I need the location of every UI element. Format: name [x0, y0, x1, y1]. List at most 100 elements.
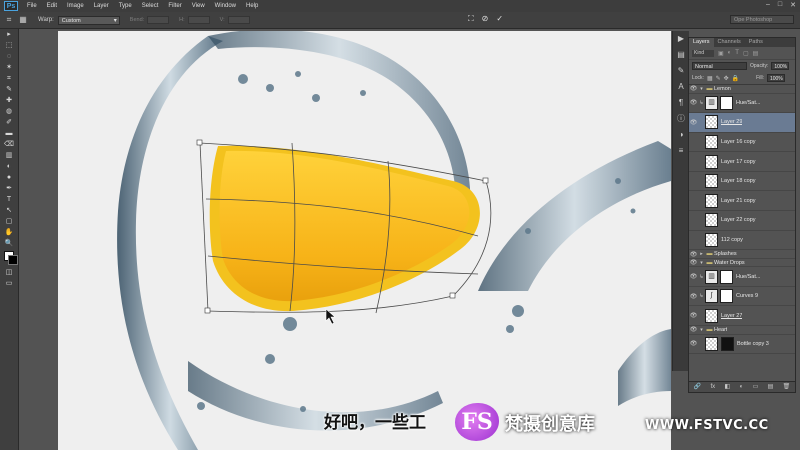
- visibility-eye-icon[interactable]: 👁: [689, 259, 698, 266]
- group-expanded-arrow-icon[interactable]: ▾: [698, 260, 705, 266]
- new-adjustment-icon[interactable]: ◐: [740, 382, 744, 392]
- visibility-eye-icon[interactable]: 👁: [689, 119, 698, 126]
- play-actions-icon[interactable]: ▶: [673, 31, 689, 47]
- fill-field[interactable]: 100%: [766, 74, 785, 82]
- type-tool-icon[interactable]: T: [0, 194, 18, 205]
- warp-grid-toggle-icon[interactable]: ▦: [18, 15, 28, 25]
- layer-27[interactable]: 👁 Layer 27: [689, 306, 795, 327]
- lock-image-icon[interactable]: ✎: [716, 75, 721, 82]
- visibility-eye-icon[interactable]: 👁: [689, 158, 698, 165]
- zoom-tool-icon[interactable]: 🔍: [0, 238, 18, 249]
- close-button[interactable]: ✕: [790, 1, 796, 9]
- tab-layers[interactable]: Layers: [689, 38, 714, 47]
- add-mask-icon[interactable]: ◧: [725, 382, 731, 392]
- layer-22-copy[interactable]: 👁 Layer 22 copy: [689, 211, 795, 231]
- brush-presets-icon[interactable]: ✎: [673, 63, 689, 79]
- visibility-eye-icon[interactable]: 👁: [689, 273, 698, 280]
- maximize-button[interactable]: □: [778, 1, 782, 9]
- new-group-icon[interactable]: ▭: [753, 382, 759, 392]
- layer-mask-thumbnail[interactable]: [721, 336, 734, 351]
- layer-group-water-drops[interactable]: 👁 ▾ ▬ Water Drops: [689, 259, 795, 268]
- menu-view[interactable]: View: [187, 0, 210, 12]
- layer-mask-thumbnail[interactable]: [720, 95, 733, 110]
- visibility-eye-icon[interactable]: 👁: [689, 85, 698, 92]
- menu-edit[interactable]: Edit: [42, 0, 62, 12]
- background-color-swatch[interactable]: [8, 255, 18, 265]
- visibility-eye-icon[interactable]: 👁: [689, 236, 698, 243]
- layer-17-copy[interactable]: 👁 Layer 17 copy: [689, 152, 795, 172]
- menu-layer[interactable]: Layer: [89, 0, 114, 12]
- layer-group-lemon[interactable]: 👁 ▾ ▬ Lemon: [689, 85, 795, 94]
- menu-filter[interactable]: Filter: [163, 0, 186, 12]
- visibility-eye-icon[interactable]: 👁: [689, 217, 698, 224]
- visibility-eye-icon[interactable]: 👁: [689, 251, 698, 258]
- document-canvas[interactable]: [58, 31, 671, 450]
- visibility-eye-icon[interactable]: 👁: [689, 312, 698, 319]
- blend-mode-select[interactable]: Normal: [692, 62, 747, 70]
- blur-tool-icon[interactable]: ◐: [0, 161, 18, 172]
- move-tool-icon[interactable]: ▸: [0, 29, 18, 40]
- crop-tool-icon[interactable]: ⌗: [0, 73, 18, 84]
- layer-mask-thumbnail[interactable]: [720, 269, 733, 284]
- layer-29-selected[interactable]: 👁 Layer 29: [689, 113, 795, 133]
- visibility-eye-icon[interactable]: 👁: [689, 197, 698, 204]
- menu-file[interactable]: File: [22, 0, 42, 12]
- filter-adjustment-icon[interactable]: ◐: [728, 50, 732, 56]
- menu-type[interactable]: Type: [114, 0, 137, 12]
- delete-layer-icon[interactable]: 🗑: [783, 382, 791, 392]
- menu-select[interactable]: Select: [137, 0, 164, 12]
- hand-tool-icon[interactable]: ✋: [0, 227, 18, 238]
- group-collapsed-arrow-icon[interactable]: ▸: [698, 251, 705, 257]
- visibility-eye-icon[interactable]: 👁: [689, 293, 698, 300]
- menu-window[interactable]: Window: [210, 0, 241, 12]
- group-expanded-arrow-icon[interactable]: ▾: [698, 86, 705, 92]
- info-icon[interactable]: ⓘ: [673, 111, 689, 127]
- lock-all-icon[interactable]: 🔒: [732, 75, 739, 82]
- history-icon[interactable]: ▤: [673, 47, 689, 63]
- layer-112-copy[interactable]: 👁 112 copy: [689, 231, 795, 251]
- layer-group-splashes[interactable]: 👁 ▸ ▬ Splashes: [689, 250, 795, 259]
- dodge-tool-icon[interactable]: ●: [0, 172, 18, 183]
- kind-filter-select[interactable]: Kind: [692, 49, 714, 57]
- layer-bottle-copy-3[interactable]: 👁 Bottle copy 3: [689, 335, 795, 355]
- layer-curves-9[interactable]: 👁 ↳ ∫ Curves 9: [689, 287, 795, 307]
- commit-transform-icon[interactable]: ✓: [496, 14, 503, 24]
- path-select-tool-icon[interactable]: ↖: [0, 205, 18, 216]
- layer-style-icon[interactable]: fx: [711, 382, 716, 392]
- cancel-transform-icon[interactable]: ⊘: [482, 14, 489, 24]
- layer-group-heart[interactable]: 👁 ▾ ▬ Heart: [689, 326, 795, 335]
- warp-style-select[interactable]: Custom: [57, 15, 120, 26]
- screen-mode-icon[interactable]: ▭: [0, 278, 18, 289]
- visibility-eye-icon[interactable]: 👁: [689, 138, 698, 145]
- quick-mask-icon[interactable]: ◫: [0, 267, 18, 278]
- link-layers-icon[interactable]: 🔗: [694, 382, 701, 392]
- visibility-eye-icon[interactable]: 👁: [689, 340, 698, 347]
- healing-tool-icon[interactable]: ✚: [0, 95, 18, 106]
- pen-tool-icon[interactable]: ✒: [0, 183, 18, 194]
- layer-hue-sat-lemon[interactable]: 👁 ↳ ▥ Hue/Sat...: [689, 94, 795, 114]
- layer-mask-thumbnail[interactable]: [720, 289, 733, 304]
- layer-16-copy[interactable]: 👁 Layer 16 copy: [689, 133, 795, 153]
- filter-smart-icon[interactable]: ▤: [753, 50, 759, 57]
- clone-stamp-tool-icon[interactable]: ✐: [0, 117, 18, 128]
- shape-tool-icon[interactable]: ▢: [0, 216, 18, 227]
- switch-warp-icon[interactable]: ⛶: [468, 14, 474, 24]
- new-layer-icon[interactable]: ▤: [768, 382, 774, 392]
- visibility-eye-icon[interactable]: 👁: [689, 326, 698, 333]
- lock-transparent-icon[interactable]: ▦: [707, 75, 713, 82]
- layer-21-copy[interactable]: 👁 Layer 21 copy: [689, 191, 795, 212]
- visibility-eye-icon[interactable]: 👁: [689, 178, 698, 185]
- layer-hue-sat-water[interactable]: 👁 ↳ ▥ Hue/Sat...: [689, 267, 795, 287]
- lasso-tool-icon[interactable]: ◌: [0, 51, 18, 62]
- tab-channels[interactable]: Channels: [714, 38, 745, 47]
- menu-help[interactable]: Help: [241, 0, 263, 12]
- tab-paths[interactable]: Paths: [745, 38, 767, 47]
- eyedropper-tool-icon[interactable]: ✎: [0, 84, 18, 95]
- lock-position-icon[interactable]: ✥: [724, 75, 729, 82]
- history-brush-tool-icon[interactable]: ▬: [0, 128, 18, 139]
- filter-pixel-icon[interactable]: ▣: [718, 50, 724, 57]
- eraser-tool-icon[interactable]: ⌫: [0, 139, 18, 150]
- minimize-button[interactable]: ‒: [766, 1, 770, 9]
- marquee-tool-icon[interactable]: ⬚: [0, 40, 18, 51]
- group-expanded-arrow-icon[interactable]: ▾: [698, 327, 705, 333]
